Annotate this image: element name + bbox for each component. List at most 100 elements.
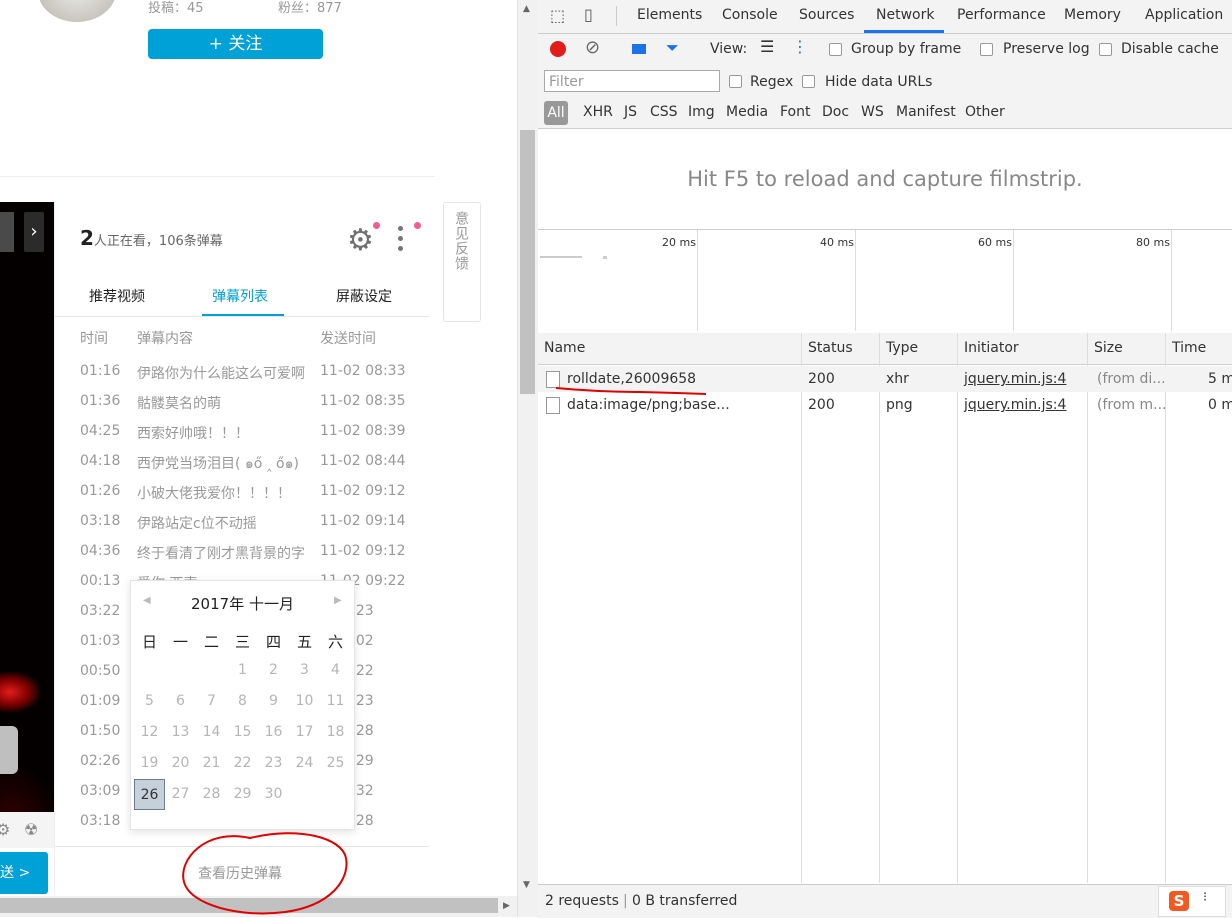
clear-icon[interactable]: ⊘ <box>585 37 600 58</box>
calendar-day[interactable]: 3 <box>289 655 320 686</box>
calendar-day[interactable]: 4 <box>320 655 351 686</box>
radiation-icon[interactable]: ☢ <box>24 820 38 839</box>
calendar-day[interactable]: 24 <box>289 748 320 779</box>
calendar-day[interactable]: 28 <box>196 779 227 810</box>
tab-performance[interactable]: Performance <box>957 7 1046 23</box>
preserve-log-checkbox[interactable] <box>980 43 993 56</box>
calendar-day[interactable]: 22 <box>227 748 258 779</box>
timeline-overview[interactable] <box>538 229 1232 334</box>
filter-xhr[interactable]: XHR <box>583 104 613 120</box>
column-header-initiator[interactable]: Initiator <box>964 340 1019 356</box>
calendar-day[interactable]: 19 <box>134 748 165 779</box>
filter-input[interactable]: Filter <box>544 70 720 92</box>
calendar-day[interactable]: 1 <box>227 655 258 686</box>
column-header-name[interactable]: Name <box>544 340 585 356</box>
calendar-day[interactable]: 8 <box>227 686 258 717</box>
calendar-day[interactable]: 6 <box>165 686 196 717</box>
calendar-day[interactable]: 15 <box>227 717 258 748</box>
inspect-icon[interactable]: ⬚ <box>550 6 565 25</box>
tab-elements[interactable]: Elements <box>637 7 702 23</box>
settings-icon[interactable]: ⚙ <box>0 820 10 839</box>
danmaku-row[interactable]: 01:36 骷髅莫名的萌 11-02 08:35 <box>80 393 420 423</box>
filter-img[interactable]: Img <box>688 104 715 120</box>
follow-button[interactable]: + 关注 <box>148 29 323 59</box>
waterfall-view-icon[interactable]: ⋮ <box>792 37 808 56</box>
danmaku-row[interactable]: 04:18 西伊党当场泪目( ๑ő ‸ ő๑) 11-02 08:44 <box>80 453 420 483</box>
column-header-type[interactable]: Type <box>886 340 918 356</box>
horizontal-scroll-thumb[interactable] <box>0 898 498 913</box>
next-arrow-icon[interactable]: › <box>24 212 44 252</box>
danmaku-row[interactable]: 01:26 小破大佬我爱你！！！！ 11-02 09:12 <box>80 483 420 513</box>
filter-all[interactable]: All <box>544 101 568 125</box>
history-danmaku-button[interactable]: 查看历史弹幕 <box>198 863 282 883</box>
request-name[interactable]: rolldate,26009658 <box>567 371 696 387</box>
danmaku-row[interactable]: 04:25 西索好帅哦！！！ 11-02 08:39 <box>80 423 420 453</box>
hide-data-urls-checkbox[interactable] <box>802 75 815 88</box>
send-danmaku-button[interactable]: 送 > <box>0 852 48 894</box>
tab-block-settings[interactable]: 屏蔽设定 <box>336 286 392 306</box>
calendar-day[interactable]: 20 <box>165 748 196 779</box>
filter-manifest[interactable]: Manifest <box>896 104 956 120</box>
tab-sources[interactable]: Sources <box>799 7 854 23</box>
tab-application[interactable]: Application <box>1145 7 1223 23</box>
calendar-day[interactable]: 30 <box>258 779 289 810</box>
tab-danmaku-list[interactable]: 弹幕列表 <box>212 286 268 306</box>
regex-checkbox[interactable] <box>729 75 742 88</box>
calendar-day[interactable]: 13 <box>165 717 196 748</box>
filter-css[interactable]: CSS <box>650 104 678 120</box>
sogou-icon[interactable]: S <box>1169 891 1189 911</box>
avatar[interactable] <box>38 0 116 22</box>
filter-font[interactable]: Font <box>780 104 810 120</box>
next-month-icon[interactable]: ▶ <box>334 595 342 606</box>
calendar-day[interactable]: 21 <box>196 748 227 779</box>
calendar-day[interactable]: 5 <box>134 686 165 717</box>
request-row[interactable]: rolldate,26009658 200 xhr jquery.min.js:4 (f… <box>538 366 1232 392</box>
filter-js[interactable]: JS <box>624 104 637 120</box>
filter-icon[interactable]: ⏷ <box>666 38 679 58</box>
request-row[interactable]: data:image/png;base... 200 png jquery.min.j… <box>538 392 1232 418</box>
column-header-time[interactable]: Time <box>1172 340 1206 356</box>
request-initiator[interactable]: jquery.min.js:4 <box>964 397 1066 413</box>
calendar-day[interactable]: 2 <box>258 655 289 686</box>
calendar-day[interactable]: 27 <box>165 779 196 810</box>
video-control[interactable] <box>0 212 14 252</box>
calendar-day[interactable]: 10 <box>289 686 320 717</box>
feedback-button[interactable]: 意见反馈 <box>443 202 481 322</box>
request-name[interactable]: data:image/png;base... <box>567 397 730 413</box>
calendar-day[interactable]: 16 <box>258 717 289 748</box>
ime-menu-icon[interactable]: ⁝ <box>1203 890 1207 905</box>
column-header-status[interactable]: Status <box>808 340 853 356</box>
gear-icon[interactable]: ⚙ <box>347 226 374 256</box>
column-header-size[interactable]: Size <box>1094 340 1123 356</box>
scroll-right-icon[interactable]: ▶ <box>503 901 510 911</box>
calendar-day[interactable]: 12 <box>134 717 165 748</box>
filter-other[interactable]: Other <box>965 104 1005 120</box>
calendar-day[interactable]: 17 <box>289 717 320 748</box>
request-initiator[interactable]: jquery.min.js:4 <box>964 371 1066 387</box>
record-icon[interactable] <box>550 41 566 57</box>
danmaku-row[interactable]: 01:16 伊路你为什么能这么可爱啊 11-02 08:33 <box>80 363 420 393</box>
tab-recommended[interactable]: 推荐视频 <box>89 286 145 306</box>
device-toggle-icon[interactable]: ▯ <box>584 5 593 24</box>
ime-toolbar[interactable]: S ⁝ <box>1158 886 1226 917</box>
filter-media[interactable]: Media <box>726 104 768 120</box>
list-view-icon[interactable]: ☰ <box>760 37 774 56</box>
filter-ws[interactable]: WS <box>861 104 884 120</box>
calendar-day[interactable]: 9 <box>258 686 289 717</box>
vertical-scroll-thumb[interactable] <box>520 130 535 394</box>
more-icon[interactable] <box>397 226 405 256</box>
calendar-day[interactable]: 11 <box>320 686 351 717</box>
disable-cache-checkbox[interactable] <box>1099 43 1112 56</box>
calendar-day[interactable]: 14 <box>196 717 227 748</box>
calendar-day-selected[interactable]: 26 <box>134 779 165 810</box>
calendar-day[interactable]: 25 <box>320 748 351 779</box>
tab-network[interactable]: Network <box>876 7 934 23</box>
calendar-day[interactable]: 23 <box>258 748 289 779</box>
danmaku-row[interactable]: 03:18 伊路站定c位不动摇 11-02 09:14 <box>80 513 420 543</box>
filter-doc[interactable]: Doc <box>822 104 849 120</box>
video-player[interactable] <box>0 202 54 812</box>
screenshot-icon[interactable] <box>632 44 646 54</box>
scroll-down-icon[interactable]: ▼ <box>523 880 530 890</box>
calendar-day[interactable]: 29 <box>227 779 258 810</box>
calendar-day[interactable]: 7 <box>196 686 227 717</box>
